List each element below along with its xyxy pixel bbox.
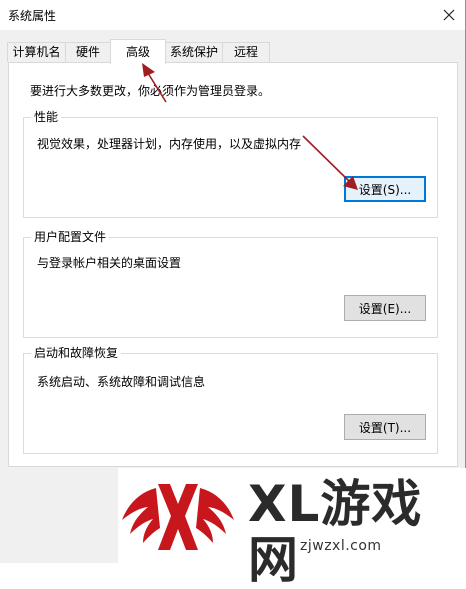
admin-notice: 要进行大多数更改，你必须作为管理员登录。	[30, 84, 271, 98]
user-profiles-group-title: 用户配置文件	[31, 230, 110, 244]
window-title: 系统属性	[8, 9, 57, 23]
performance-settings-button[interactable]: 设置(S)...	[344, 176, 426, 202]
user-profiles-description: 与登录帐户相关的桌面设置	[37, 256, 182, 270]
tab-remote[interactable]: 远程	[222, 42, 270, 62]
startup-recovery-group: 启动和故障恢复 系统启动、系统故障和调试信息 设置(T)...	[23, 346, 438, 454]
watermark-brand: XL游戏网	[248, 475, 423, 589]
xl-wings-logo	[122, 484, 234, 550]
tab-advanced[interactable]: 高级	[110, 39, 166, 64]
performance-group-title: 性能	[31, 110, 62, 124]
startup-recovery-description: 系统启动、系统故障和调试信息	[37, 375, 206, 389]
watermark-url: zjwzxl.com	[300, 538, 382, 554]
startup-recovery-group-title: 启动和故障恢复	[31, 346, 122, 360]
tab-computer-name[interactable]: 计算机名	[7, 42, 66, 62]
startup-recovery-settings-button[interactable]: 设置(T)...	[344, 414, 426, 440]
user-profiles-group: 用户配置文件 与登录帐户相关的桌面设置 设置(E)...	[23, 230, 438, 338]
tab-hardware[interactable]: 硬件	[65, 42, 111, 62]
performance-group: 性能 视觉效果，处理器计划，内存使用，以及虚拟内存 设置(S)...	[23, 110, 438, 218]
performance-description: 视觉效果，处理器计划，内存使用，以及虚拟内存	[37, 137, 302, 151]
tab-system-protection[interactable]: 系统保护	[165, 42, 223, 62]
close-button[interactable]	[436, 2, 462, 28]
close-icon	[443, 9, 455, 21]
watermark: XL游戏网 zjwzxl.com	[118, 468, 466, 588]
user-profiles-settings-button[interactable]: 设置(E)...	[344, 295, 426, 321]
title-bar: 系统属性	[0, 0, 465, 30]
